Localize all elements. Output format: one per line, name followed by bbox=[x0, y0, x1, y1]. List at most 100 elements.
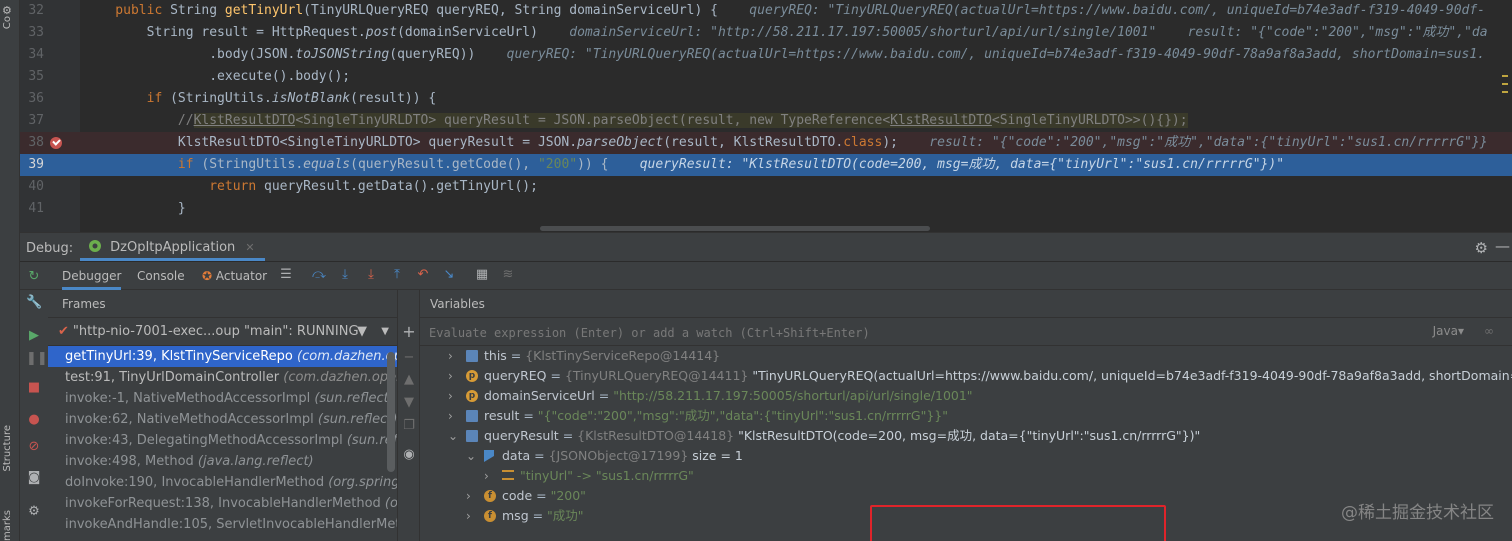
var-map-entry[interactable]: › "tinyUrl" -> "sus1.cn/rrrrrG" bbox=[420, 466, 1512, 486]
pause-icon[interactable]: ❚❚ bbox=[26, 351, 48, 367]
breakpoint-icon[interactable] bbox=[50, 137, 62, 149]
chevron-right-icon[interactable]: › bbox=[448, 406, 460, 426]
thread-selector[interactable]: ✔ "http-nio-7001-exec...oup "main": RUNNI… bbox=[48, 318, 397, 346]
resume-icon[interactable]: ▶ bbox=[26, 328, 42, 344]
code-line[interactable]: 37 //KlstResultDTO<SingleTinyURLDTO> que… bbox=[0, 110, 1512, 132]
variable-text: this = {KlstTinyServiceRepo@14414} bbox=[484, 348, 721, 363]
drop-frame-icon[interactable]: ↶ bbox=[415, 267, 431, 283]
run-to-cursor-icon[interactable]: ↘ bbox=[441, 267, 457, 283]
code-token: if bbox=[84, 91, 171, 106]
variable-name: result bbox=[484, 408, 520, 423]
glasses-icon[interactable]: ∞ bbox=[1484, 318, 1494, 345]
code-line[interactable]: 41 } bbox=[0, 198, 1512, 220]
step-out-icon[interactable]: ⤒ bbox=[389, 267, 405, 283]
wrench-icon[interactable]: 🔧 bbox=[26, 295, 42, 311]
language-selector[interactable]: Java▾ bbox=[1433, 318, 1464, 345]
chevron-right-icon[interactable]: › bbox=[484, 466, 496, 486]
var-queryreq[interactable]: › p queryREQ = {TinyURLQueryREQ@14411} "Ti… bbox=[420, 366, 1512, 386]
step-over-icon[interactable]: ⤼ bbox=[311, 267, 327, 283]
gear-icon[interactable]: ⚙ bbox=[1475, 239, 1488, 257]
code-token: queryResult: "KlstResultDTO(code=200, ms… bbox=[624, 157, 1285, 172]
variable-name: queryREQ bbox=[484, 368, 547, 383]
variables-title: Variables bbox=[420, 290, 1512, 318]
code-line[interactable]: 35 .execute().body(); bbox=[0, 66, 1512, 88]
variable-text: result = "{"code":"200","msg":"成功","data… bbox=[484, 408, 949, 423]
variable-ref: {TinyURLQueryREQ@14411} bbox=[564, 368, 749, 383]
tab-actuator[interactable]: ✪ Actuator bbox=[202, 262, 267, 290]
copy-icon[interactable]: ❐ bbox=[401, 418, 417, 434]
frame-item[interactable]: invoke:498, Method (java.lang.reflect) bbox=[48, 451, 397, 472]
code-token: KlstResultDTO bbox=[193, 113, 296, 128]
force-step-into-icon[interactable]: ⤓ bbox=[363, 267, 379, 283]
evaluate-expression-input[interactable] bbox=[429, 320, 1409, 346]
code-line[interactable]: 32 public String getTinyUrl(TinyURLQuery… bbox=[0, 0, 1512, 22]
structure-tool-label[interactable]: Structure bbox=[2, 425, 18, 472]
sidebar-top-label[interactable]: Co bbox=[2, 16, 13, 29]
code-token: (queryREQ)) bbox=[389, 47, 491, 62]
code-token: (result, KlstResultDTO. bbox=[663, 135, 844, 150]
frame-package: (org.springfram bbox=[328, 475, 397, 490]
frame-item[interactable]: test:91, TinyUrlDomainController (com.da… bbox=[48, 367, 397, 388]
remove-watch-icon[interactable]: − bbox=[401, 350, 417, 366]
code-line[interactable]: 36 if (StringUtils.isNotBlank(result)) { bbox=[0, 88, 1512, 110]
code-editor[interactable]: 32 public String getTinyUrl(TinyURLQuery… bbox=[0, 0, 1512, 232]
frame-item[interactable]: invokeForRequest:138, InvocableHandlerMe… bbox=[48, 493, 397, 514]
var-data[interactable]: ⌄ data = {JSONObject@17199} size = 1 bbox=[420, 446, 1512, 466]
frame-item[interactable]: invoke:-1, NativeMethodAccessorImpl (sun… bbox=[48, 388, 397, 409]
settings-icon[interactable]: ⚙ bbox=[26, 504, 42, 520]
step-into-icon[interactable]: ⤓ bbox=[337, 267, 353, 283]
rerun-icon[interactable]: ↻ bbox=[26, 269, 42, 285]
var-result[interactable]: › result = "{"code":"200","msg":"成功","dat… bbox=[420, 406, 1512, 426]
var-domainserviceurl[interactable]: › p domainServiceUrl = "http://58.211.17.1… bbox=[420, 386, 1512, 406]
var-queryresult[interactable]: ⌄ queryResult = {KlstResultDTO@14418} "Kl… bbox=[420, 426, 1512, 446]
code-line[interactable]: 40 return queryResult.getData().getTinyU… bbox=[0, 176, 1512, 198]
code-text: .execute().body(); bbox=[84, 66, 350, 88]
close-icon[interactable]: ✕ bbox=[245, 241, 254, 254]
variable-value: "http://58.211.17.197:50005/shorturl/api… bbox=[613, 388, 973, 403]
tab-console[interactable]: Console bbox=[137, 262, 185, 290]
code-token: post bbox=[365, 25, 398, 40]
chevron-down-icon[interactable]: ▼ bbox=[381, 318, 389, 346]
code-line[interactable]: 33 String result = HttpRequest.post(doma… bbox=[0, 22, 1512, 44]
stop-icon[interactable]: ■ bbox=[26, 380, 42, 396]
code-line[interactable]: 38 KlstResultDTO<SingleTinyURLDTO> query… bbox=[0, 132, 1512, 154]
bookmarks-tool-label[interactable]: marks bbox=[2, 510, 18, 541]
debug-session-tab[interactable]: DzOpItpApplication ✕ bbox=[80, 237, 265, 261]
chevron-right-icon[interactable]: › bbox=[466, 486, 478, 506]
frames-scrollbar[interactable] bbox=[387, 352, 395, 472]
eye-icon[interactable]: ◉ bbox=[401, 447, 417, 463]
chevron-right-icon[interactable]: › bbox=[448, 366, 460, 386]
tab-debugger[interactable]: Debugger bbox=[62, 262, 122, 290]
minimize-icon[interactable]: — bbox=[1495, 237, 1510, 255]
view-breakpoints-icon[interactable]: ● bbox=[26, 412, 42, 428]
code-token: (StringUtils. bbox=[201, 157, 304, 172]
mute-breakpoints-icon[interactable]: ⊘ bbox=[26, 439, 42, 455]
code-line[interactable]: 34 .body(JSON.toJSONString(queryREQ)) qu… bbox=[0, 44, 1512, 66]
thread-label: "http-nio-7001-exec...oup "main": RUNNIN… bbox=[72, 324, 359, 339]
chevron-right-icon[interactable]: › bbox=[448, 346, 460, 366]
move-up-icon[interactable]: ▲ bbox=[401, 372, 417, 388]
frame-item[interactable]: doInvoke:190, InvocableHandlerMethod (or… bbox=[48, 472, 397, 493]
chevron-right-icon[interactable]: › bbox=[466, 506, 478, 526]
frame-item[interactable]: invoke:62, NativeMethodAccessorImpl (sun… bbox=[48, 409, 397, 430]
variable-text: domainServiceUrl = "http://58.211.17.197… bbox=[484, 388, 973, 403]
layout-menu-icon[interactable]: ☰ bbox=[278, 267, 294, 283]
evaluate-expression-icon[interactable]: ▦ bbox=[474, 267, 490, 283]
line-number: 41 bbox=[28, 201, 44, 216]
chevron-right-icon[interactable]: › bbox=[448, 386, 460, 406]
editor-horizontal-scrollbar[interactable] bbox=[540, 226, 930, 231]
camera-icon[interactable]: ◙ bbox=[26, 470, 42, 486]
frame-item[interactable]: invoke:43, DelegatingMethodAccessorImpl … bbox=[48, 430, 397, 451]
chevron-down-icon[interactable]: ⌄ bbox=[448, 426, 460, 446]
var-this[interactable]: › this = {KlstTinyServiceRepo@14414} bbox=[420, 346, 1512, 366]
add-watch-icon[interactable]: + bbox=[401, 324, 417, 340]
code-token: <SingleTinyURLDTO> queryResult = JSON.pa… bbox=[295, 113, 891, 128]
move-down-icon[interactable]: ▼ bbox=[401, 395, 417, 411]
frame-item[interactable]: getTinyUrl:39, KlstTinyServiceRepo (com.… bbox=[48, 346, 397, 367]
code-line[interactable]: 39 if (StringUtils.equals(queryResult.ge… bbox=[0, 154, 1512, 176]
chevron-down-icon[interactable]: ⌄ bbox=[466, 446, 478, 466]
frame-item[interactable]: invokeAndHandle:105, ServletInvocableHan… bbox=[48, 514, 397, 535]
error-stripe-marks[interactable] bbox=[1502, 75, 1508, 115]
filter-icon[interactable]: ▼ bbox=[357, 318, 367, 346]
trace-icon[interactable]: ≋ bbox=[500, 267, 516, 283]
